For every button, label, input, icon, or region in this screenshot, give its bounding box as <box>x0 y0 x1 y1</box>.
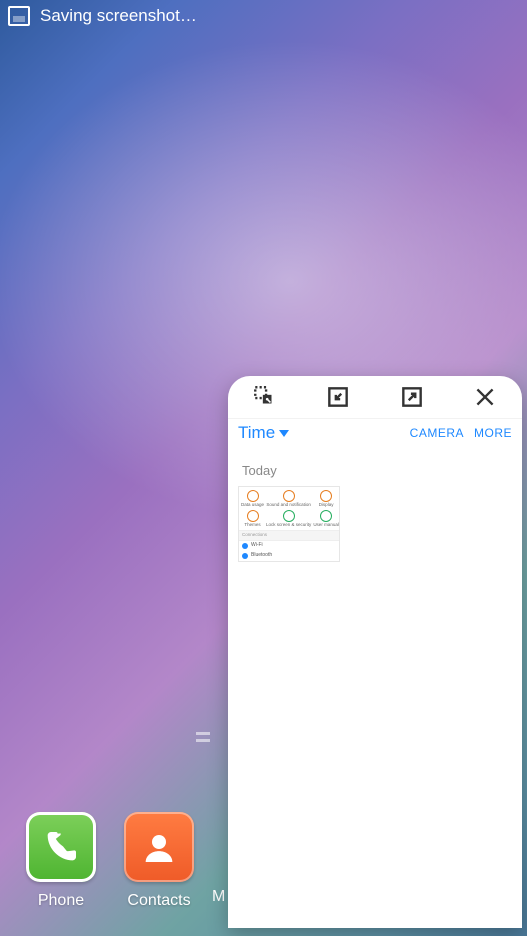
contacts-icon <box>124 812 194 882</box>
dock-item-contacts[interactable]: Contacts <box>124 812 194 910</box>
app-title-text: Time <box>238 423 275 443</box>
phone-icon <box>26 812 96 882</box>
thumb-icon: User manual <box>313 510 339 528</box>
status-text: Saving screenshot… <box>40 6 197 26</box>
thumb-icon: Data usage <box>241 490 264 508</box>
minimize-window-button[interactable] <box>323 382 353 412</box>
dock-label-contacts: Contacts <box>127 892 190 910</box>
app-header: Time CAMERA MORE <box>238 419 512 447</box>
more-link[interactable]: MORE <box>474 426 512 440</box>
thumbnail-settings-grid: Data usage Sound and notification Displa… <box>239 487 339 530</box>
app-header-actions: CAMERA MORE <box>410 426 512 440</box>
image-icon <box>8 6 30 26</box>
section-today: Today <box>242 463 512 478</box>
chevron-down-icon <box>279 430 289 437</box>
gallery-app: Time CAMERA MORE Today Data usage Sound … <box>228 419 522 562</box>
resize-handle-icon[interactable] <box>196 732 210 742</box>
popup-toolbar <box>228 376 522 419</box>
dock-label-cut: M <box>212 888 226 906</box>
maximize-window-button[interactable] <box>397 382 427 412</box>
thumb-row: Wi-Fi <box>239 541 339 551</box>
app-title-dropdown[interactable]: Time <box>238 423 289 443</box>
thumb-icon: Lock screen & security <box>266 510 311 528</box>
dock-label-phone: Phone <box>38 892 84 910</box>
screenshot-thumbnail[interactable]: Data usage Sound and notification Displa… <box>238 486 340 562</box>
move-window-button[interactable] <box>250 382 280 412</box>
thumb-icon: Display <box>313 490 339 508</box>
dock: Phone Contacts <box>26 812 194 910</box>
dock-item-phone[interactable]: Phone <box>26 812 96 910</box>
thumb-icon: Sound and notification <box>266 490 311 508</box>
popup-window: Time CAMERA MORE Today Data usage Sound … <box>228 376 522 928</box>
status-bar: Saving screenshot… <box>0 0 527 32</box>
thumb-row: Bluetooth <box>239 551 339 561</box>
thumb-icon: Themes <box>241 510 264 528</box>
close-window-button[interactable] <box>470 382 500 412</box>
thumb-section-header: Connections <box>239 530 339 541</box>
camera-link[interactable]: CAMERA <box>410 426 464 440</box>
